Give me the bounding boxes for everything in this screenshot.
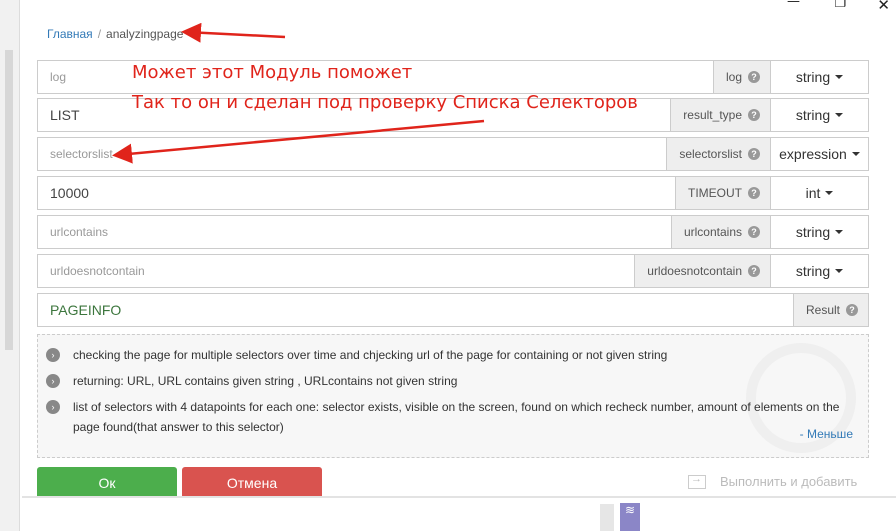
description-text: checking the page for multiple selectors… xyxy=(73,348,668,362)
param-label-text: selectorslist xyxy=(679,147,742,161)
question-mark-icon[interactable]: ? xyxy=(748,226,760,238)
bottom-panel: ≋ xyxy=(22,496,896,531)
param-label-text: urldoesnotcontain xyxy=(647,264,742,278)
execute-and-add-button[interactable]: Выполнить и добавить xyxy=(688,473,858,489)
background-scrollbar xyxy=(5,50,13,350)
type-dropdown-label: string xyxy=(795,107,831,123)
param-label: TIMEOUT? xyxy=(675,176,770,210)
selectorslist-input[interactable]: selectorslist xyxy=(37,137,667,171)
param-row-timeout: 10000 TIMEOUT? int xyxy=(37,176,869,210)
module-dialog: Главная / analyzingpage log log? string LI… xyxy=(22,16,896,499)
cancel-button[interactable]: Отмена xyxy=(182,467,322,499)
result-label-text: Result xyxy=(805,303,840,317)
param-row-urldoesnotcontain: urldoesnotcontain urldoesnotcontain? str… xyxy=(37,254,869,288)
module-description: › checking the page for multiple selector… xyxy=(37,334,869,458)
type-dropdown[interactable]: string xyxy=(770,215,869,249)
chevron-right-icon: › xyxy=(46,348,60,362)
description-text: list of selectors with 4 datapoints for … xyxy=(73,400,840,434)
type-dropdown-label: string xyxy=(795,69,831,85)
param-label: urldoesnotcontain? xyxy=(634,254,770,288)
description-text: returning: URL, URL contains given strin… xyxy=(73,374,458,388)
description-item: › returning: URL, URL contains given stri… xyxy=(46,371,856,391)
type-dropdown[interactable]: string xyxy=(770,60,869,94)
caret-down-icon xyxy=(835,230,844,234)
param-label: selectorslist? xyxy=(666,137,770,171)
question-mark-icon[interactable]: ? xyxy=(748,71,760,83)
param-label: urlcontains? xyxy=(670,215,770,249)
execute-and-add-label: Выполнить и добавить xyxy=(720,474,858,489)
result-row: PAGEINFO Result? xyxy=(37,293,869,327)
param-label: result_type? xyxy=(670,98,770,132)
param-row-selectorslist: selectorslist selectorslist? expression xyxy=(37,137,869,171)
caret-down-icon xyxy=(851,152,860,156)
caret-down-icon xyxy=(835,113,844,117)
param-label: log? xyxy=(712,60,770,94)
annotation-line-2: Так то он и сделан под проверку Списка С… xyxy=(132,92,638,113)
type-dropdown-label: int xyxy=(805,185,821,201)
param-label-text: urlcontains xyxy=(683,225,742,239)
breadcrumb-home-link[interactable]: Главная xyxy=(47,27,93,41)
type-dropdown[interactable]: int xyxy=(770,176,869,210)
chevron-right-icon: › xyxy=(46,374,60,388)
type-dropdown[interactable]: string xyxy=(770,254,869,288)
breadcrumb: Главная / analyzingpage xyxy=(47,27,183,41)
bottom-scrollbar[interactable] xyxy=(600,504,614,531)
type-dropdown[interactable]: expression xyxy=(770,137,869,171)
breadcrumb-current: analyzingpage xyxy=(106,27,184,41)
minimize-icon[interactable]: — xyxy=(787,0,800,9)
caret-down-icon xyxy=(835,269,844,273)
type-dropdown-label: expression xyxy=(779,146,847,162)
breadcrumb-separator: / xyxy=(97,27,102,41)
description-item: › list of selectors with 4 datapoints for… xyxy=(46,397,856,437)
type-dropdown-label: string xyxy=(795,263,831,279)
param-label-text: log xyxy=(725,70,742,84)
urldoesnotcontain-input[interactable]: urldoesnotcontain xyxy=(37,254,635,288)
urlcontains-input[interactable]: urlcontains xyxy=(37,215,671,249)
result-variable-input[interactable]: PAGEINFO xyxy=(37,293,793,327)
timeout-input[interactable]: 10000 xyxy=(37,176,675,210)
close-icon[interactable]: ✕ xyxy=(877,0,890,14)
param-row-urlcontains: urlcontains urlcontains? string xyxy=(37,215,869,249)
question-mark-icon[interactable]: ? xyxy=(748,109,760,121)
question-mark-icon[interactable]: ? xyxy=(846,304,858,316)
question-mark-icon[interactable]: ? xyxy=(748,265,760,277)
caret-down-icon xyxy=(835,75,844,79)
question-mark-icon[interactable]: ? xyxy=(748,148,760,160)
question-mark-icon[interactable]: ? xyxy=(748,187,760,199)
execute-icon xyxy=(688,473,706,489)
description-item: › checking the page for multiple selector… xyxy=(46,345,856,365)
type-dropdown-label: string xyxy=(795,224,831,240)
caret-down-icon xyxy=(825,191,834,195)
param-label-text: result_type xyxy=(683,108,742,122)
background-window-strip xyxy=(0,0,20,531)
show-less-link[interactable]: - Меньше xyxy=(800,427,853,441)
param-label-text: TIMEOUT xyxy=(688,186,742,200)
wifi-icon[interactable]: ≋ xyxy=(620,503,640,531)
chevron-right-icon: › xyxy=(46,400,60,414)
maximize-icon[interactable]: ❐ xyxy=(834,0,846,11)
window-controls: — ❐ ✕ xyxy=(756,0,896,14)
type-dropdown[interactable]: string xyxy=(770,98,869,132)
result-label: Result? xyxy=(792,293,869,327)
annotation-line-1: Может этот Модуль поможет xyxy=(132,62,413,83)
ok-button[interactable]: Ок xyxy=(37,467,177,499)
